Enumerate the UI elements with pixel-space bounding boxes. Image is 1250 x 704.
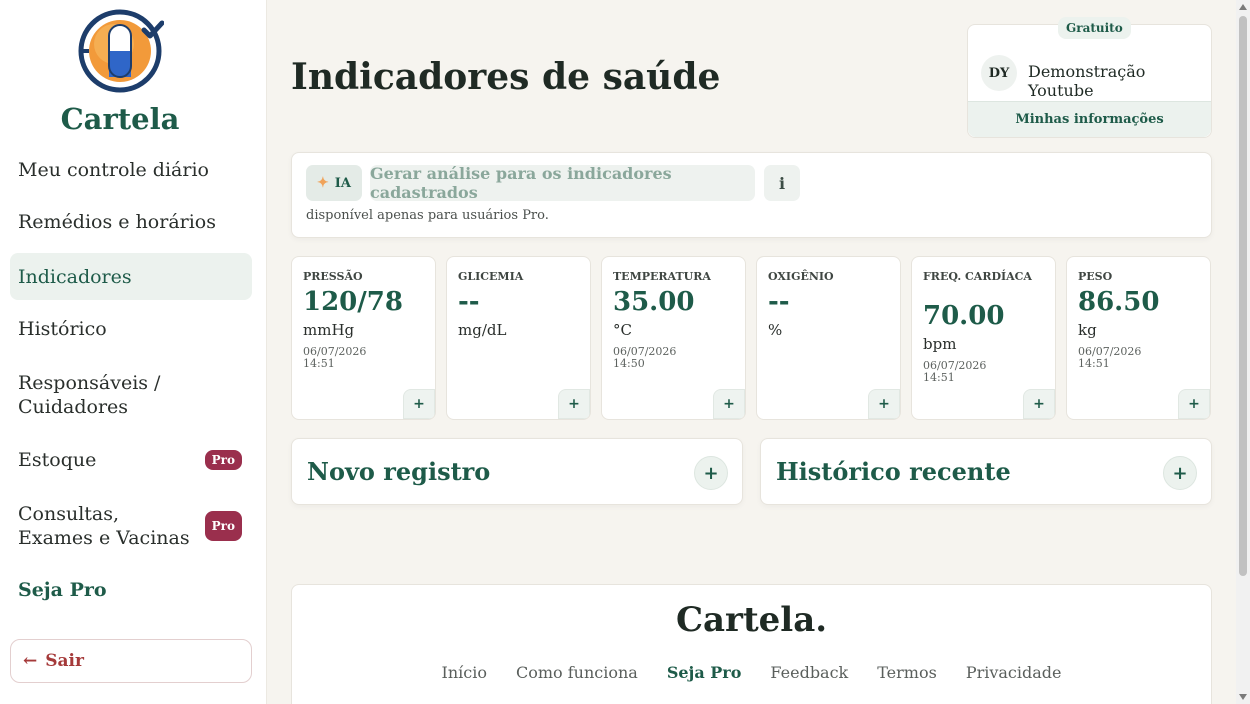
indicator-date: 06/07/2026 14:51 — [303, 346, 383, 370]
indicator-label: PESO — [1078, 270, 1113, 283]
add-temperature-button[interactable]: + — [713, 389, 745, 419]
my-info-button[interactable]: Minhas informações — [968, 101, 1211, 137]
sidebar-item-be-pro[interactable]: Seja Pro — [10, 572, 252, 608]
indicator-date: 06/07/2026 14:51 — [1078, 346, 1158, 370]
sidebar-item-label: Responsáveis / Cuidadores — [18, 372, 161, 418]
indicator-value: 35.00 — [613, 287, 695, 317]
sidebar-item-history[interactable]: Histórico — [10, 311, 252, 347]
pill-clock-logo-icon — [78, 9, 164, 93]
vertical-scrollbar[interactable] — [1236, 0, 1250, 704]
recent-history-title: Histórico recente — [776, 457, 1011, 486]
user-name: Demonstração Youtube — [1028, 62, 1146, 100]
indicator-label: OXIGÊNIO — [768, 270, 834, 283]
sidebar-item-label: Seja Pro — [18, 579, 107, 601]
add-weight-button[interactable]: + — [1178, 389, 1210, 419]
indicator-unit: °C — [613, 321, 632, 339]
scroll-up-arrow-icon[interactable] — [1239, 4, 1247, 10]
indicator-value: -- — [768, 287, 790, 317]
indicator-label: TEMPERATURA — [613, 270, 711, 283]
sidebar-item-label: Indicadores — [18, 265, 132, 288]
indicator-date: 06/07/2026 14:50 — [613, 346, 693, 370]
indicator-card-weight: PESO 86.50 kg 06/07/2026 14:51 + — [1066, 256, 1211, 420]
avatar[interactable]: DY — [981, 55, 1017, 91]
add-heart-rate-button[interactable]: + — [1023, 389, 1055, 419]
sidebar: Cartela Meu controle diário Remédios e h… — [0, 0, 267, 704]
add-pressure-button[interactable]: + — [403, 389, 435, 419]
indicator-card-heart-rate: FREQ. CARDÍACA 70.00 bpm 06/07/2026 14:5… — [911, 256, 1056, 420]
info-button[interactable]: i — [764, 165, 800, 201]
generate-analysis-button[interactable]: Gerar análise para os indicadores cadast… — [370, 164, 755, 202]
user-card: Gratuito DY Demonstração Youtube Minhas … — [967, 17, 1212, 138]
pro-badge: Pro — [204, 450, 242, 470]
indicator-unit: % — [768, 321, 783, 339]
indicator-value: 86.50 — [1078, 287, 1160, 317]
indicator-value: 70.00 — [923, 301, 1005, 331]
recent-history-card[interactable]: Histórico recente + — [760, 438, 1212, 505]
sidebar-item-indicators[interactable]: Indicadores — [10, 253, 252, 300]
indicator-unit: bpm — [923, 335, 957, 353]
indicator-unit: mmHg — [303, 321, 355, 339]
footer-links: Início Como funciona Seja Pro Feedback T… — [292, 663, 1211, 682]
new-record-card[interactable]: Novo registro + — [291, 438, 743, 505]
footer-link-how-it-works[interactable]: Como funciona — [516, 663, 638, 682]
logout-label: Sair — [45, 651, 84, 671]
sidebar-item-appointments[interactable]: Consultas, Exames e Vacinas Pro — [10, 501, 252, 551]
footer-link-privacy[interactable]: Privacidade — [966, 663, 1062, 682]
indicator-card-temperature: TEMPERATURA 35.00 °C 06/07/2026 14:50 + — [601, 256, 746, 420]
logout-button[interactable]: ← Sair — [10, 639, 252, 683]
indicator-label: GLICEMIA — [458, 270, 524, 283]
indicator-date-time: 14:51 — [303, 357, 335, 370]
indicator-card-oxygen: OXIGÊNIO -- % + — [756, 256, 901, 420]
sidebar-item-medicines[interactable]: Remédios e horários — [10, 204, 252, 240]
pro-badge: Pro — [204, 511, 242, 541]
sidebar-item-label: Consultas, Exames e Vacinas — [18, 503, 190, 549]
indicator-label: FREQ. CARDÍACA — [923, 270, 1032, 283]
indicator-label: PRESSÃO — [303, 270, 363, 283]
sidebar-item-daily-control[interactable]: Meu controle diário — [10, 152, 252, 188]
sidebar-item-caregivers[interactable]: Responsáveis / Cuidadores — [10, 370, 252, 420]
sparkle-icon: ✦ — [317, 175, 329, 191]
sidebar-item-label: Estoque — [18, 449, 97, 471]
add-oxygen-button[interactable]: + — [868, 389, 900, 419]
footer-link-be-pro[interactable]: Seja Pro — [667, 663, 742, 682]
add-glycemia-button[interactable]: + — [558, 389, 590, 419]
indicator-value: 120/78 — [303, 287, 403, 317]
scrollbar-thumb[interactable] — [1239, 16, 1247, 576]
indicator-date-time: 14:51 — [923, 371, 955, 384]
sidebar-item-stock[interactable]: Estoque Pro — [10, 442, 252, 478]
footer-brand: Cartela. — [675, 600, 828, 640]
brand-name: Cartela — [60, 102, 180, 136]
indicator-unit: mg/dL — [458, 321, 507, 339]
plus-icon[interactable]: + — [694, 456, 728, 490]
pro-only-note: disponível apenas para usuários Pro. — [306, 208, 549, 223]
sidebar-item-label: Meu controle diário — [18, 159, 209, 181]
footer: Cartela. Início Como funciona Seja Pro F… — [291, 584, 1212, 704]
sidebar-item-label: Remédios e horários — [18, 211, 216, 233]
ai-chip: ✦ IA — [306, 165, 362, 201]
indicator-card-pressure: PRESSÃO 120/78 mmHg 06/07/2026 14:51 + — [291, 256, 436, 420]
new-record-title: Novo registro — [307, 457, 491, 486]
indicator-date: 06/07/2026 14:51 — [923, 360, 1003, 384]
footer-link-home[interactable]: Início — [442, 663, 487, 682]
indicator-date-time: 14:51 — [1078, 357, 1110, 370]
page-title: Indicadores de saúde — [291, 56, 721, 98]
plus-icon[interactable]: + — [1163, 456, 1197, 490]
arrow-left-icon: ← — [23, 651, 38, 671]
scroll-down-arrow-icon[interactable] — [1239, 694, 1247, 700]
indicator-date-time: 14:50 — [613, 357, 645, 370]
sidebar-item-label: Histórico — [18, 318, 107, 340]
footer-link-terms[interactable]: Termos — [877, 663, 937, 682]
ai-analysis-card: ✦ IA Gerar análise para os indicadores c… — [291, 152, 1212, 238]
plan-badge: Gratuito — [1058, 17, 1131, 39]
indicator-card-glycemia: GLICEMIA -- mg/dL + — [446, 256, 591, 420]
indicator-unit: kg — [1078, 321, 1097, 339]
ai-chip-label: IA — [334, 175, 351, 191]
footer-link-feedback[interactable]: Feedback — [770, 663, 848, 682]
indicator-value: -- — [458, 287, 480, 317]
